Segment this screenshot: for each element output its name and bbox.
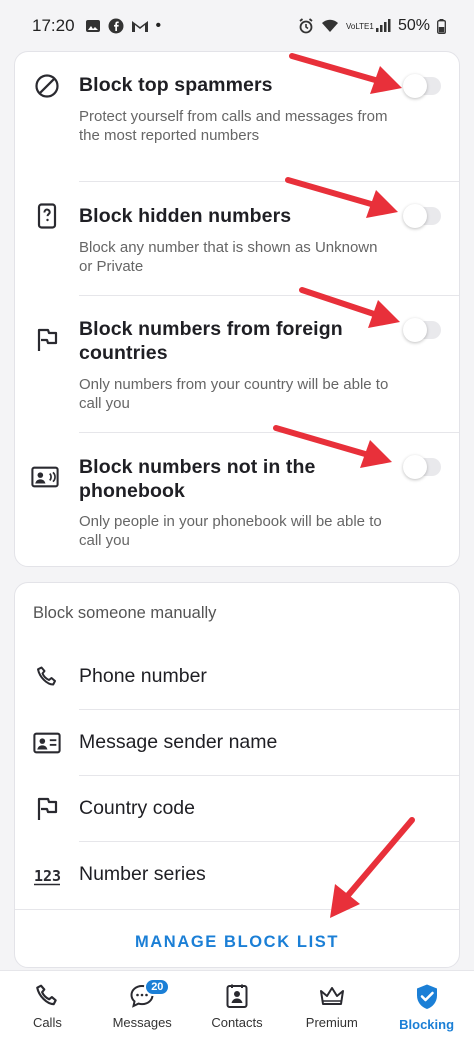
- block-circle-icon: [33, 72, 61, 100]
- gallery-icon: [85, 20, 100, 32]
- toggle-knob: [403, 204, 427, 228]
- setting-row-foreign-countries[interactable]: Block numbers from foreign countries Onl…: [15, 296, 459, 433]
- alarm-icon: [299, 18, 313, 34]
- manual-item-country-code[interactable]: Country code: [15, 776, 459, 842]
- manual-item-sender-name[interactable]: Message sender name: [15, 710, 459, 776]
- setting-row-hidden-numbers[interactable]: Block hidden numbers Block any number th…: [15, 182, 459, 296]
- flag-icon: [33, 326, 61, 354]
- manual-item-label: Message sender name: [79, 731, 278, 753]
- setting-title: Block top spammers: [79, 74, 273, 96]
- sender-card-icon: [33, 729, 61, 757]
- battery-percent: 50%: [397, 17, 430, 34]
- dot-icon: •: [155, 17, 162, 34]
- setting-description: Only numbers from your country will be a…: [79, 376, 389, 412]
- nav-label: Messages: [112, 1015, 172, 1030]
- toggle-knob: [403, 74, 427, 98]
- nav-label: Blocking: [399, 1017, 455, 1032]
- nav-premium[interactable]: Premium: [284, 971, 379, 1053]
- flag-icon: [33, 795, 61, 823]
- phone-icon: [33, 663, 61, 691]
- nav-label: Contacts: [211, 1015, 263, 1030]
- gmail-icon: [131, 21, 148, 32]
- crown-icon: [319, 987, 344, 1005]
- section-heading: Block someone manually: [33, 604, 217, 622]
- manual-block-card: Block someone manually Phone number Mess…: [14, 582, 460, 968]
- toggle-not-in-phonebook[interactable]: [403, 455, 441, 479]
- status-time: 17:20: [32, 16, 75, 35]
- shield-check-icon: [416, 984, 437, 1009]
- toggle-foreign-countries[interactable]: [403, 318, 441, 342]
- manage-block-list-button[interactable]: MANAGE BLOCK LIST: [15, 933, 459, 952]
- setting-description: Only people in your phonebook will be ab…: [79, 513, 382, 549]
- nav-label: Calls: [32, 1015, 62, 1030]
- divider: [15, 909, 459, 910]
- manual-item-label: Number series: [79, 863, 206, 885]
- toggle-knob: [403, 318, 427, 342]
- setting-row-top-spammers[interactable]: Block top spammers Protect yourself from…: [15, 52, 459, 182]
- contacts-icon: [226, 984, 248, 1008]
- bottom-navigation: Calls 20 Messages Contacts Premium Block…: [0, 970, 474, 1053]
- unread-badge: 20: [144, 978, 171, 996]
- setting-description: Protect yourself from calls and messages…: [79, 108, 388, 144]
- nav-messages[interactable]: 20 Messages: [95, 971, 190, 1053]
- manual-item-label: Phone number: [79, 665, 207, 687]
- svg-text:123: 123: [34, 867, 61, 885]
- nav-calls[interactable]: Calls: [0, 971, 95, 1053]
- nav-blocking[interactable]: Blocking: [379, 971, 474, 1053]
- setting-row-not-in-phonebook[interactable]: Block numbers not in the phonebook Only …: [15, 433, 459, 568]
- setting-title: Block hidden numbers: [79, 205, 292, 227]
- status-bar: 17:20 • VoLTE1 50%: [0, 0, 474, 52]
- toggle-knob: [403, 455, 427, 479]
- battery-icon: [437, 18, 446, 34]
- toggle-top-spammers[interactable]: [403, 74, 441, 98]
- signal-icon: [375, 19, 391, 32]
- facebook-icon: [108, 18, 124, 34]
- manual-item-number-series[interactable]: 123 Number series: [15, 842, 459, 908]
- setting-title: Block numbers not in the phonebook: [79, 456, 316, 502]
- number-series-icon: 123: [33, 861, 61, 889]
- nav-label: Premium: [305, 1015, 358, 1030]
- nav-contacts[interactable]: Contacts: [190, 971, 285, 1053]
- phone-icon: [36, 984, 58, 1006]
- manual-item-label: Country code: [79, 797, 195, 819]
- hidden-number-icon: [33, 202, 61, 230]
- network-type-label: VoLTE1: [345, 21, 374, 31]
- setting-title: Block numbers from foreign countries: [79, 318, 343, 364]
- toggle-hidden-numbers[interactable]: [403, 204, 441, 228]
- contact-card-icon: [31, 463, 59, 491]
- wifi-icon: [321, 19, 338, 32]
- setting-description: Block any number that is shown as Unknow…: [79, 239, 378, 275]
- auto-block-card: Block top spammers Protect yourself from…: [14, 51, 460, 567]
- manual-item-phone-number[interactable]: Phone number: [15, 644, 459, 710]
